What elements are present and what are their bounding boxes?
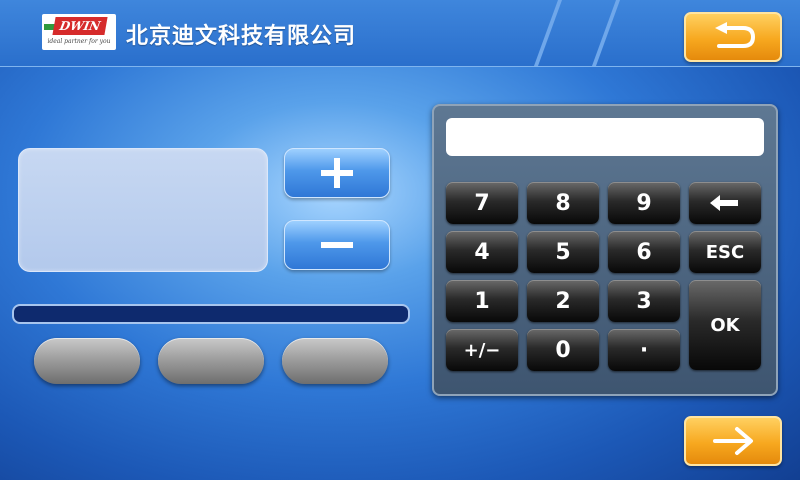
value-display <box>18 148 268 272</box>
keypad-display <box>446 118 764 156</box>
key-2[interactable]: 2 <box>527 280 599 322</box>
plus-icon <box>321 158 353 188</box>
header-bar: DWIN ideal partner for you 北京迪文科技有限公司 <box>0 0 800 67</box>
key-decimal[interactable]: · <box>608 329 680 371</box>
right-arrow-icon <box>713 427 753 455</box>
minus-icon <box>321 242 353 248</box>
grey-button-3[interactable] <box>282 338 388 384</box>
plus-button[interactable] <box>284 148 390 198</box>
key-6[interactable]: 6 <box>608 231 680 273</box>
key-3[interactable]: 3 <box>608 280 680 322</box>
key-7[interactable]: 7 <box>446 182 518 224</box>
key-9[interactable]: 9 <box>608 182 680 224</box>
back-button[interactable] <box>684 12 782 62</box>
key-sign[interactable]: +/− <box>446 329 518 371</box>
dwin-logo: DWIN ideal partner for you <box>42 14 116 50</box>
key-0[interactable]: 0 <box>527 329 599 371</box>
progress-bar <box>12 304 410 324</box>
grey-button-1[interactable] <box>34 338 140 384</box>
key-4[interactable]: 4 <box>446 231 518 273</box>
logo-text: DWIN <box>52 17 108 35</box>
key-esc[interactable]: ESC <box>689 231 761 273</box>
grey-button-2[interactable] <box>158 338 264 384</box>
hmi-screen: DWIN ideal partner for you 北京迪文科技有限公司 7 … <box>0 0 800 480</box>
backspace-arrow-icon <box>710 195 738 211</box>
key-5[interactable]: 5 <box>527 231 599 273</box>
logo-tagline: ideal partner for you <box>47 38 111 45</box>
key-backspace[interactable] <box>689 182 761 224</box>
undo-arrow-icon <box>715 22 756 48</box>
key-8[interactable]: 8 <box>527 182 599 224</box>
header-divider <box>591 0 621 66</box>
company-name: 北京迪文科技有限公司 <box>126 24 357 49</box>
key-1[interactable]: 1 <box>446 280 518 322</box>
next-button[interactable] <box>684 416 782 466</box>
header-divider <box>533 0 563 66</box>
numeric-keypad: 7 8 9 4 5 6 ESC 1 2 3 OK +/− 0 · <box>432 104 778 396</box>
key-ok[interactable]: OK <box>689 280 761 370</box>
minus-button[interactable] <box>284 220 390 270</box>
